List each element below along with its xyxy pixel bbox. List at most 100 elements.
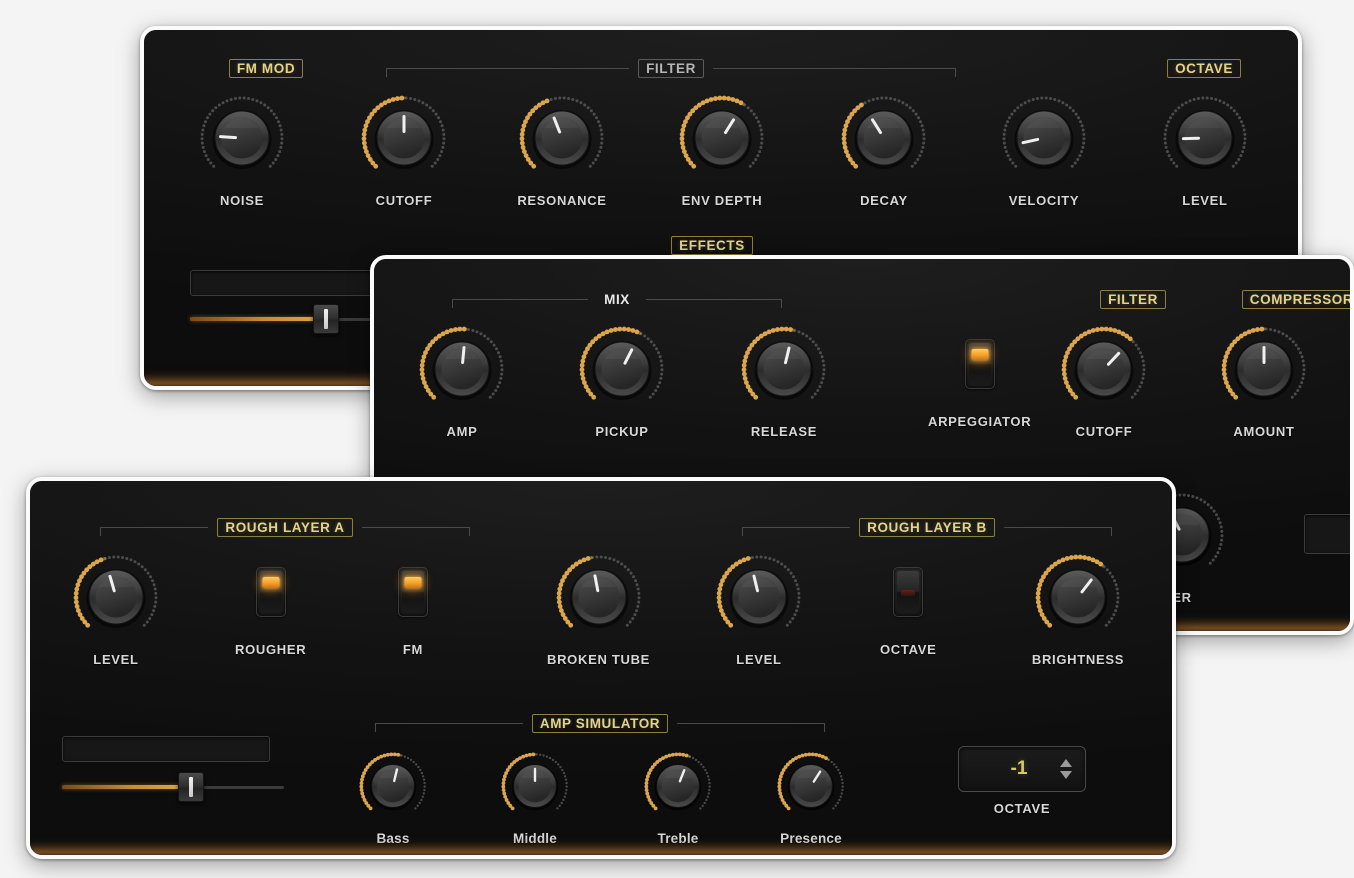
knob-layer-a-level[interactable]: LEVEL	[68, 549, 164, 667]
knob-brightness[interactable]: BRIGHTNESS	[1030, 549, 1126, 667]
knob-env-depth[interactable]: ENV DEPTH	[674, 90, 770, 208]
knob-middle[interactable]: Middle	[497, 748, 573, 846]
switch-rougher-rocker[interactable]	[256, 567, 286, 617]
knob-decay-label: DECAY	[860, 193, 908, 208]
switch-fm-rocker[interactable]	[398, 567, 428, 617]
knob-decay[interactable]: DECAY	[836, 90, 932, 208]
knob-broken-tube-label: BROKEN TUBE	[547, 652, 650, 667]
knob-brightness-dial[interactable]	[1030, 549, 1126, 645]
group-line-left	[452, 299, 588, 300]
knob-brightness-label: BRIGHTNESS	[1032, 652, 1124, 667]
stepper-octave-box[interactable]: -1	[958, 746, 1086, 792]
switch-led-icon	[901, 590, 915, 596]
knob-env-depth-label: ENV DEPTH	[682, 193, 763, 208]
knob-velocity[interactable]: VELOCITY	[996, 90, 1092, 208]
switch-octave[interactable]: OCTAVE	[880, 567, 936, 657]
knob-bass-dial[interactable]	[355, 748, 431, 824]
knob-cutoff[interactable]: CUTOFF	[356, 90, 452, 208]
knob-pickup-label: PICKUP	[595, 424, 648, 439]
switch-octave-label: OCTAVE	[880, 642, 936, 657]
stepper-octave[interactable]: -1 OCTAVE	[958, 746, 1086, 816]
group-label-mix: MIX	[597, 291, 637, 308]
knob-level-octave[interactable]: LEVEL	[1157, 90, 1253, 208]
group-line-left	[100, 527, 208, 528]
knob-release[interactable]: RELEASE	[736, 321, 832, 439]
knob-layer-b-level[interactable]: LEVEL	[711, 549, 807, 667]
chevron-up-icon[interactable]	[1060, 759, 1072, 767]
display-box-bottom[interactable]	[62, 736, 270, 762]
group-filter-mid: FILTER	[1074, 289, 1192, 309]
knob-bass[interactable]: Bass	[355, 748, 431, 846]
knob-decay-dial[interactable]	[836, 90, 932, 186]
slider-handle[interactable]	[178, 772, 204, 802]
knob-amp[interactable]: AMP	[414, 321, 510, 439]
knob-layer-a-level-dial[interactable]	[68, 549, 164, 645]
switch-rougher-label: ROUGHER	[235, 642, 306, 657]
knob-release-dial[interactable]	[736, 321, 832, 417]
group-label-filter: FILTER	[638, 59, 704, 78]
knob-filter-cutoff-mid-dial[interactable]	[1056, 321, 1152, 417]
knob-resonance-dial[interactable]	[514, 90, 610, 186]
knob-env-depth-dial[interactable]	[674, 90, 770, 186]
knob-filter-cutoff-mid[interactable]: CUTOFF	[1056, 321, 1152, 439]
switch-arpeggiator[interactable]: ARPEGGIATOR	[928, 339, 1031, 429]
group-rough-layer-b: ROUGH LAYER B	[742, 517, 1112, 537]
knob-amp-dial[interactable]	[414, 321, 510, 417]
panel-bottom-content: ROUGH LAYER A ROUGH LAYER B LEVEL R	[30, 481, 1172, 855]
knob-resonance[interactable]: RESONANCE	[514, 90, 610, 208]
knob-bass-label: Bass	[376, 831, 409, 846]
stepper-arrows[interactable]	[1060, 759, 1072, 779]
group-line-left	[202, 68, 220, 69]
knob-pickup-dial[interactable]	[574, 321, 670, 417]
switch-octave-rocker[interactable]	[893, 567, 923, 617]
knob-release-label: RELEASE	[751, 424, 817, 439]
knob-resonance-label: RESONANCE	[517, 193, 606, 208]
group-effects: EFFECTS	[649, 235, 775, 255]
group-line-right	[677, 723, 825, 724]
slider-fill	[190, 317, 326, 321]
display-box-mid[interactable]	[1304, 514, 1354, 554]
group-filter: FILTER	[386, 58, 956, 78]
chevron-down-icon[interactable]	[1060, 771, 1072, 779]
group-label-filter-mid: FILTER	[1100, 290, 1166, 309]
knob-layer-a-level-label: LEVEL	[93, 652, 138, 667]
switch-led-icon	[971, 349, 988, 360]
knob-layer-b-level-dial[interactable]	[711, 549, 807, 645]
slider-bottom[interactable]	[62, 776, 284, 798]
knob-compressor-amount-dial[interactable]	[1216, 321, 1312, 417]
stepper-octave-label: OCTAVE	[994, 801, 1050, 816]
knob-level-octave-label: LEVEL	[1182, 193, 1227, 208]
knob-broken-tube-dial[interactable]	[551, 549, 647, 645]
knob-noise[interactable]: NOISE	[194, 90, 290, 208]
group-label-amp-simulator: AMP SIMULATOR	[532, 714, 668, 733]
knob-presence-dial[interactable]	[773, 748, 849, 824]
group-line-right	[646, 299, 782, 300]
group-line-left	[1144, 68, 1158, 69]
group-octave: OCTAVE	[1144, 58, 1264, 78]
knob-broken-tube[interactable]: BROKEN TUBE	[547, 549, 650, 667]
group-line-left	[742, 527, 850, 528]
slider-fill	[62, 785, 191, 789]
knob-treble-dial[interactable]	[640, 748, 716, 824]
knob-noise-dial[interactable]	[194, 90, 290, 186]
switch-fm[interactable]: FM	[398, 567, 428, 657]
knob-presence[interactable]: Presence	[773, 748, 849, 846]
knob-layer-b-level-label: LEVEL	[736, 652, 781, 667]
group-label-compressor: COMPRESSOR	[1242, 290, 1354, 309]
knob-compressor-amount-label: AMOUNT	[1233, 424, 1294, 439]
knob-compressor-amount[interactable]: AMOUNT	[1216, 321, 1312, 439]
slider-handle[interactable]	[313, 304, 339, 334]
knob-cutoff-dial[interactable]	[356, 90, 452, 186]
plugin-screenshot: FM MOD FILTER OCTAVE NOISE	[0, 0, 1354, 878]
knob-treble[interactable]: Treble	[640, 748, 716, 846]
knob-level-octave-dial[interactable]	[1157, 90, 1253, 186]
switch-led-icon	[262, 577, 279, 588]
knob-middle-dial[interactable]	[497, 748, 573, 824]
group-line-left	[375, 723, 523, 724]
group-line-right	[762, 245, 775, 246]
knob-pickup[interactable]: PICKUP	[574, 321, 670, 439]
knob-velocity-dial[interactable]	[996, 90, 1092, 186]
group-line-right	[713, 68, 956, 69]
switch-arpeggiator-rocker[interactable]	[965, 339, 995, 389]
switch-rougher[interactable]: ROUGHER	[235, 567, 306, 657]
